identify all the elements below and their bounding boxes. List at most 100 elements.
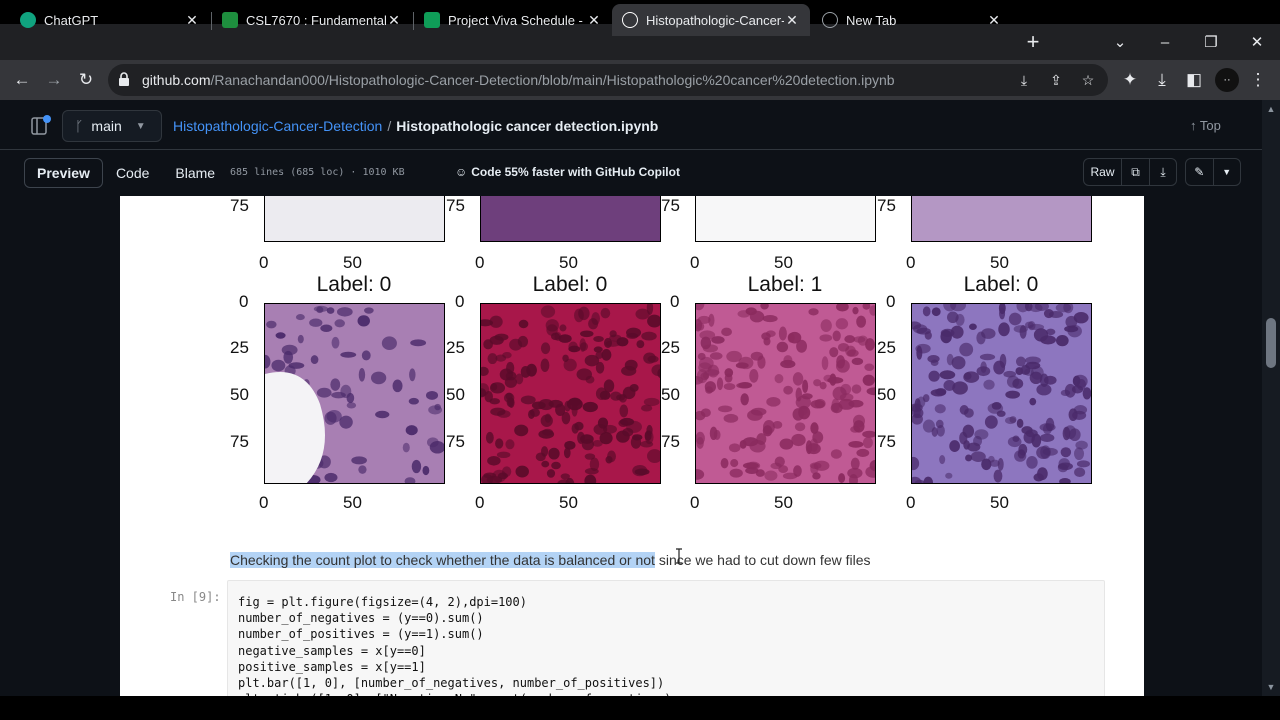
chevron-down-icon[interactable]: ▼ [1214, 159, 1241, 185]
branch-selector[interactable]: ᚴ main ▼ [62, 110, 162, 142]
tab-blame[interactable]: Blame [162, 158, 228, 188]
browser-toolbar: ← → ↻ github.com/Ranachandan000/Histopat… [0, 60, 1280, 100]
file-header: ᚴ main ▼ Histopathologic-Cancer-Detectio… [0, 100, 1262, 150]
close-window-icon[interactable]: ✕ [1235, 24, 1279, 60]
x-tick-label: 0 [475, 493, 485, 512]
view-mode-tabs: Preview Code Blame [24, 158, 228, 188]
y-tick-label: 50 [230, 385, 249, 404]
tab-preview[interactable]: Preview [24, 158, 103, 188]
y-tick-label: 0 [239, 292, 249, 311]
address-url: github.com/Ranachandan000/Histopathologi… [142, 72, 895, 88]
copilot-promo[interactable]: ☺ Code 55% faster with GitHub Copilot [455, 165, 680, 179]
cell-prompt: In [9]: [170, 590, 221, 604]
browser-tab[interactable]: Histopathologic-Cancer- ✕ [612, 4, 810, 36]
y-tick-label: 75 [446, 196, 465, 215]
code-line: fig = plt.figure(figsize=(4, 2),dpi=100) [238, 595, 527, 609]
scroll-down-icon[interactable]: ▼ [1266, 682, 1276, 692]
raw-button-group: Raw ⧉ ⤓ [1083, 158, 1177, 186]
x-tick-label: 0 [475, 253, 485, 272]
x-tick-label: 0 [690, 493, 700, 512]
browser-tab[interactable]: ChatGPT ✕ [10, 4, 210, 36]
download-icon[interactable]: ⤓ [1150, 159, 1176, 185]
y-tick-label: 25 [877, 338, 896, 357]
code-line: negative_samples = x[y==0] [238, 643, 426, 658]
close-tab-icon[interactable]: ✕ [986, 12, 1002, 29]
x-tick-label: 50 [343, 493, 362, 512]
file-tree-toggle-icon[interactable] [26, 112, 54, 140]
y-tick-label: 0 [455, 292, 465, 311]
tab-code[interactable]: Code [103, 158, 162, 188]
restore-icon[interactable]: ❐ [1189, 24, 1233, 60]
sample-image-top-partial [695, 196, 876, 242]
close-tab-icon[interactable]: ✕ [784, 12, 800, 29]
edit-button-group: ✎ ▼ [1185, 158, 1241, 186]
close-tab-icon[interactable]: ✕ [184, 12, 200, 29]
raw-button[interactable]: Raw [1084, 159, 1122, 185]
bookmark-star-icon[interactable]: ☆ [1078, 70, 1098, 90]
downloads-icon[interactable]: ⤓ [1150, 68, 1174, 92]
repo-link[interactable]: Histopathologic-Cancer-Detection [173, 118, 382, 134]
reload-icon[interactable]: ↻ [74, 68, 98, 92]
label-text: Label: 0 [532, 273, 608, 296]
y-tick-label: 50 [877, 385, 896, 404]
back-icon[interactable]: ← [10, 68, 34, 92]
forward-icon[interactable]: → [42, 68, 66, 92]
scroll-up-icon[interactable]: ▲ [1266, 104, 1276, 114]
browser-tab[interactable]: Project Viva Schedule - G ✕ [414, 4, 612, 36]
x-tick-label: 50 [559, 253, 578, 272]
copy-icon[interactable]: ⧉ [1122, 159, 1150, 185]
scrollbar-thumb[interactable] [1266, 318, 1276, 368]
y-tick-label: 75 [877, 432, 896, 451]
y-tick-label: 75 [230, 432, 249, 451]
tab-search-icon[interactable]: ⌄ [1098, 24, 1142, 60]
pencil-icon[interactable]: ✎ [1186, 159, 1214, 185]
tab-title: New Tab [846, 12, 897, 28]
breadcrumb: Histopathologic-Cancer-Detection / Histopa… [173, 118, 658, 134]
browser-tab[interactable]: New Tab ✕ [812, 4, 1012, 36]
branch-icon: ᚴ [75, 118, 84, 134]
github-page: ᚴ main ▼ Histopathologic-Cancer-Detectio… [0, 100, 1280, 696]
code-line: plt.bar([1, 0], [number_of_negatives, nu… [238, 676, 665, 690]
extensions-icon[interactable]: ✦ [1118, 68, 1142, 92]
chrome-menu-icon[interactable]: ⋮ [1246, 68, 1270, 92]
chevron-down-icon: ▼ [135, 120, 146, 132]
x-tick-label: 0 [259, 493, 269, 512]
code-line: positive_samples = x[y==1] [238, 659, 426, 674]
close-tab-icon[interactable]: ✕ [586, 12, 602, 29]
y-tick-label: 75 [230, 196, 249, 215]
label-text: Label: 0 [963, 273, 1039, 296]
close-tab-icon[interactable]: ✕ [386, 12, 402, 29]
minimize-icon[interactable]: – [1143, 24, 1187, 60]
notebook-content: 75 0 50 75 0 50 75 0 50 75 0 50 Label: 0 0 25 50 75 0 50 La… [120, 196, 1144, 696]
x-tick-label: 50 [990, 493, 1009, 512]
code-cell[interactable]: fig = plt.figure(figsize=(4, 2),dpi=100)… [227, 580, 1105, 696]
address-bar[interactable]: github.com/Ranachandan000/Histopathologi… [108, 64, 1108, 96]
globe-icon [822, 12, 838, 28]
arrow-up-icon: ↑ [1190, 118, 1200, 133]
screen-bottom-border [0, 696, 1280, 720]
branch-name: main [91, 118, 122, 134]
label-text: Label: 0 [316, 273, 392, 296]
x-tick-label: 0 [690, 253, 700, 272]
y-tick-label: 75 [446, 432, 465, 451]
install-app-icon[interactable]: ⤓ [1014, 70, 1034, 90]
x-tick-label: 0 [906, 253, 916, 272]
profile-avatar[interactable]: ·· [1215, 68, 1239, 92]
share-icon[interactable]: ⇪ [1046, 70, 1066, 90]
markdown-cell: Checking the count plot to check whether… [230, 552, 871, 568]
page-scrollbar[interactable]: ▲ ▼ [1262, 100, 1280, 696]
label-text: Label: 1 [747, 273, 823, 296]
top-button[interactable]: ↑ Top [1190, 118, 1221, 133]
y-tick-label: 25 [446, 338, 465, 357]
tab-title: ChatGPT [44, 12, 99, 28]
text-cursor-icon [676, 548, 682, 564]
tissue-sample-image [695, 303, 876, 484]
x-tick-label: 50 [990, 253, 1009, 272]
side-panel-icon[interactable]: ◧ [1182, 68, 1206, 92]
y-tick-label: 50 [661, 385, 680, 404]
y-tick-label: 75 [877, 196, 896, 215]
tissue-sample-image [480, 303, 661, 484]
browser-tab[interactable]: CSL7670 : Fundamentals ✕ [212, 4, 412, 36]
x-tick-label: 50 [774, 253, 793, 272]
new-tab-icon[interactable]: + [1011, 24, 1055, 60]
